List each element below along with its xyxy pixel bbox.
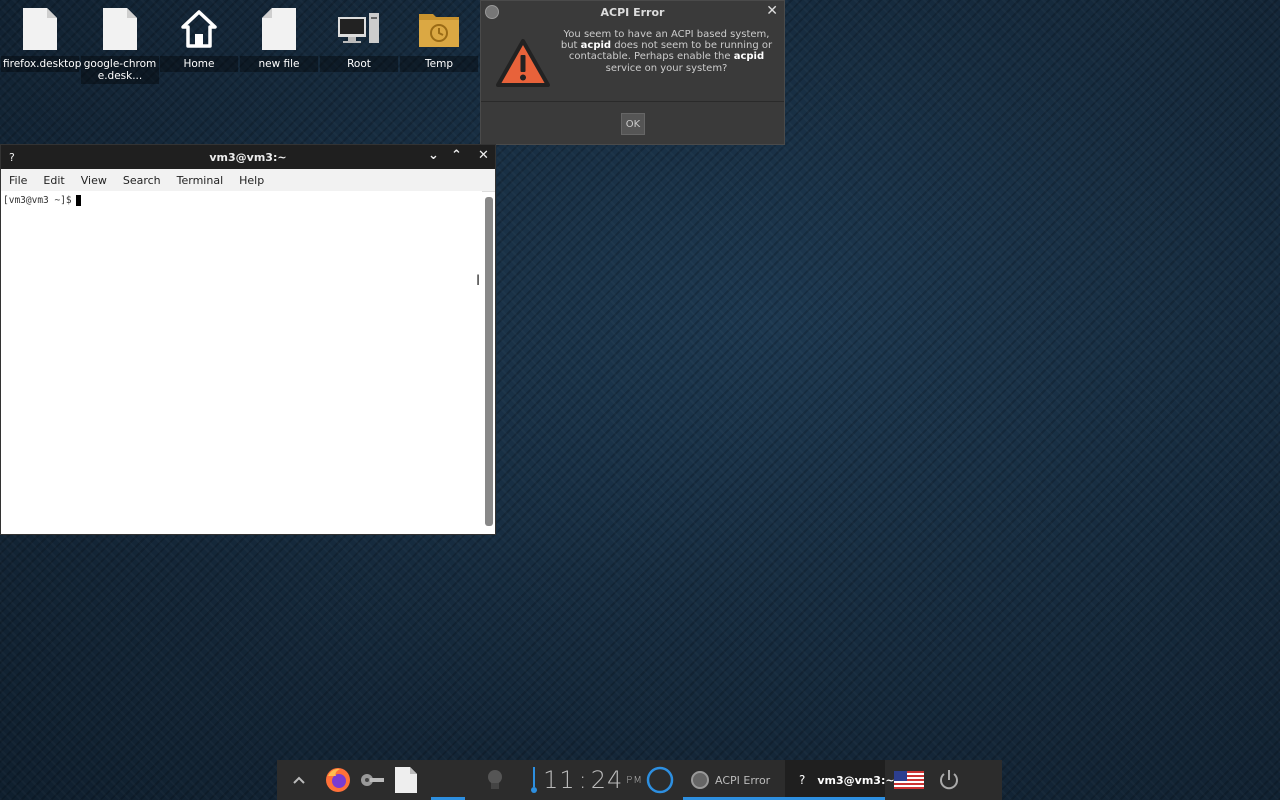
- text-editor-launcher[interactable]: [389, 760, 423, 800]
- volume-slider[interactable]: [525, 760, 543, 800]
- document-icon: [395, 767, 417, 793]
- power-button[interactable]: [933, 760, 965, 800]
- desktop-icon-label: Home: [160, 56, 238, 72]
- tools-icon: [361, 774, 384, 786]
- clock-minutes: 24: [590, 766, 624, 794]
- desktop-icon-google-chrome[interactable]: google-chrome.desk...: [81, 6, 159, 84]
- acpi-error-dialog: ACPI Error ✕ You seem to have an ACPI ba…: [480, 0, 785, 145]
- app-icon: [485, 5, 499, 19]
- dialog-title: ACPI Error: [600, 5, 665, 19]
- taskbar: 11 : 24 PM ACPI Error ? vm3@vm3:~: [277, 760, 1002, 800]
- firefox-icon: [326, 768, 350, 792]
- task-label: vm3@vm3:~: [817, 773, 895, 787]
- terminal-title: vm3@vm3:~: [209, 150, 287, 164]
- power-icon: [940, 770, 958, 790]
- warning-icon: [496, 39, 550, 87]
- desktop-icon-root[interactable]: Root: [320, 6, 398, 72]
- maximize-icon[interactable]: ⌃: [451, 148, 462, 163]
- menu-terminal[interactable]: Terminal: [169, 174, 232, 187]
- terminal-prompt: [vm3@vm3 ~]$: [3, 195, 72, 206]
- desktop-icon-home[interactable]: Home: [160, 6, 238, 72]
- us-flag-icon: [894, 771, 924, 789]
- workspace-switcher[interactable]: [431, 760, 465, 800]
- app-menu-button[interactable]: [643, 760, 677, 800]
- close-icon[interactable]: ✕: [478, 148, 489, 163]
- minimize-icon[interactable]: ⌄: [428, 148, 439, 163]
- help-icon[interactable]: ?: [9, 151, 15, 164]
- clock-ampm: PM: [626, 774, 643, 786]
- keyboard-layout-indicator[interactable]: [885, 760, 933, 800]
- clock-hours: 11: [543, 766, 576, 794]
- menu-view[interactable]: View: [73, 174, 115, 187]
- terminal-screen[interactable]: [vm3@vm3 ~]$: [1, 191, 482, 528]
- lightbulb-icon: [488, 770, 502, 789]
- file-icon: [81, 6, 159, 52]
- computer-icon: [320, 6, 398, 52]
- settings-launcher[interactable]: [355, 760, 389, 800]
- file-icon: [240, 6, 318, 52]
- folder-clock-icon: [400, 6, 478, 52]
- desktop-icon-label: new file: [240, 56, 318, 72]
- brightness-button[interactable]: [465, 760, 525, 800]
- menu-search[interactable]: Search: [115, 174, 169, 187]
- desktop-icon-label: Temp: [400, 56, 478, 72]
- volume-level-icon: [531, 767, 537, 793]
- desktop-icon-temp[interactable]: Temp: [400, 6, 478, 72]
- menu-edit[interactable]: Edit: [35, 174, 72, 187]
- app-icon: [691, 771, 709, 789]
- text-cursor: [75, 195, 81, 206]
- menu-help[interactable]: Help: [231, 174, 272, 187]
- ibeam-cursor-icon: I: [476, 273, 481, 289]
- dialog-titlebar[interactable]: ACPI Error ✕: [481, 1, 784, 23]
- desktop-icon-label: google-chrome.desk...: [81, 56, 159, 84]
- help-icon: ?: [799, 773, 806, 787]
- clock-separator: :: [578, 766, 588, 794]
- chevron-up-icon: [293, 776, 305, 784]
- file-icon: [1, 6, 79, 52]
- dialog-message: You seem to have an ACPI based system, b…: [560, 29, 773, 74]
- task-acpi-error[interactable]: ACPI Error: [683, 760, 785, 800]
- home-icon: [160, 6, 238, 52]
- desktop-icon-firefox-desktop[interactable]: firefox.desktop: [1, 6, 82, 72]
- task-label: ACPI Error: [715, 773, 771, 787]
- desktop-icon-new-file[interactable]: new file: [240, 6, 318, 72]
- desktop-icon-label: firefox.desktop: [1, 56, 82, 72]
- close-icon[interactable]: ✕: [766, 4, 778, 18]
- divider: [481, 101, 784, 102]
- terminal-window: ? vm3@vm3:~ ⌄ ⌃ ✕ File Edit View Search …: [0, 144, 496, 535]
- menu-file[interactable]: File: [1, 174, 35, 187]
- desktop-icon-label: Root: [320, 56, 398, 72]
- ring-icon: [646, 766, 674, 794]
- terminal-menubar: File Edit View Search Terminal Help: [1, 169, 495, 192]
- firefox-launcher[interactable]: [321, 760, 355, 800]
- scrollbar[interactable]: [485, 197, 493, 526]
- task-terminal[interactable]: ? vm3@vm3:~: [785, 760, 895, 800]
- ok-button[interactable]: OK: [621, 113, 645, 135]
- show-hidden-icons-button[interactable]: [277, 760, 321, 800]
- clock[interactable]: 11 : 24 PM: [543, 760, 643, 800]
- terminal-titlebar[interactable]: ? vm3@vm3:~ ⌄ ⌃ ✕: [1, 145, 495, 169]
